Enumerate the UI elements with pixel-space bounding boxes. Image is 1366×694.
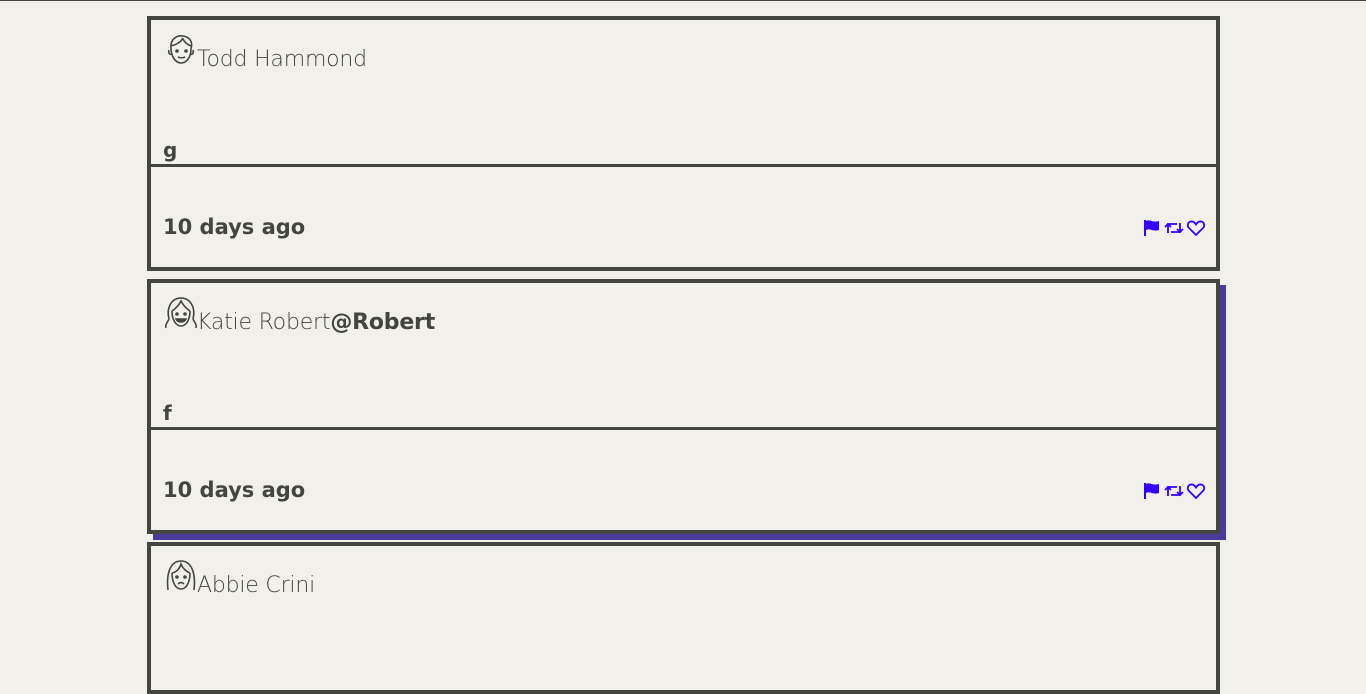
tweet-card[interactable]: Abbie Crini xyxy=(147,542,1220,694)
author-handle[interactable]: @Robert xyxy=(330,310,435,335)
tweet-header: Abbie Crini xyxy=(151,546,1216,690)
tweet-actions xyxy=(1142,218,1206,238)
tweet-header: Todd Hammond g xyxy=(151,20,1216,164)
retweet-icon[interactable] xyxy=(1164,481,1184,501)
tweet-timestamp: 10 days ago xyxy=(163,215,306,239)
tweet-footer: 10 days ago xyxy=(151,164,1216,267)
tweet-content: g xyxy=(163,138,178,162)
heart-icon[interactable] xyxy=(1186,218,1206,238)
tweet-author: Todd Hammond xyxy=(197,47,367,72)
author-name: Abbie Crini xyxy=(197,573,315,598)
tweet-header: Katie Robert@Robert f xyxy=(151,283,1216,427)
tweet-author: Katie Robert@Robert xyxy=(197,310,435,335)
tweet-author: Abbie Crini xyxy=(197,573,315,598)
face-woman-icon xyxy=(163,558,199,594)
face-man-icon xyxy=(163,32,199,68)
tweet-card[interactable]: Katie Robert@Robert f 10 days ago xyxy=(147,279,1220,534)
tweet-timestamp: 10 days ago xyxy=(163,478,306,502)
top-divider xyxy=(0,0,1366,1)
tweet-content: f xyxy=(163,401,172,425)
flag-icon[interactable] xyxy=(1142,218,1162,238)
heart-icon[interactable] xyxy=(1186,481,1206,501)
author-name: Katie Robert xyxy=(197,310,331,335)
tweet-card[interactable]: Todd Hammond g 10 days ago xyxy=(147,16,1220,271)
face-woman-smiling-icon xyxy=(163,295,199,331)
tweet-actions xyxy=(1142,481,1206,501)
retweet-icon[interactable] xyxy=(1164,218,1184,238)
author-name: Todd Hammond xyxy=(197,47,367,72)
flag-icon[interactable] xyxy=(1142,481,1162,501)
tweet-footer: 10 days ago xyxy=(151,427,1216,530)
